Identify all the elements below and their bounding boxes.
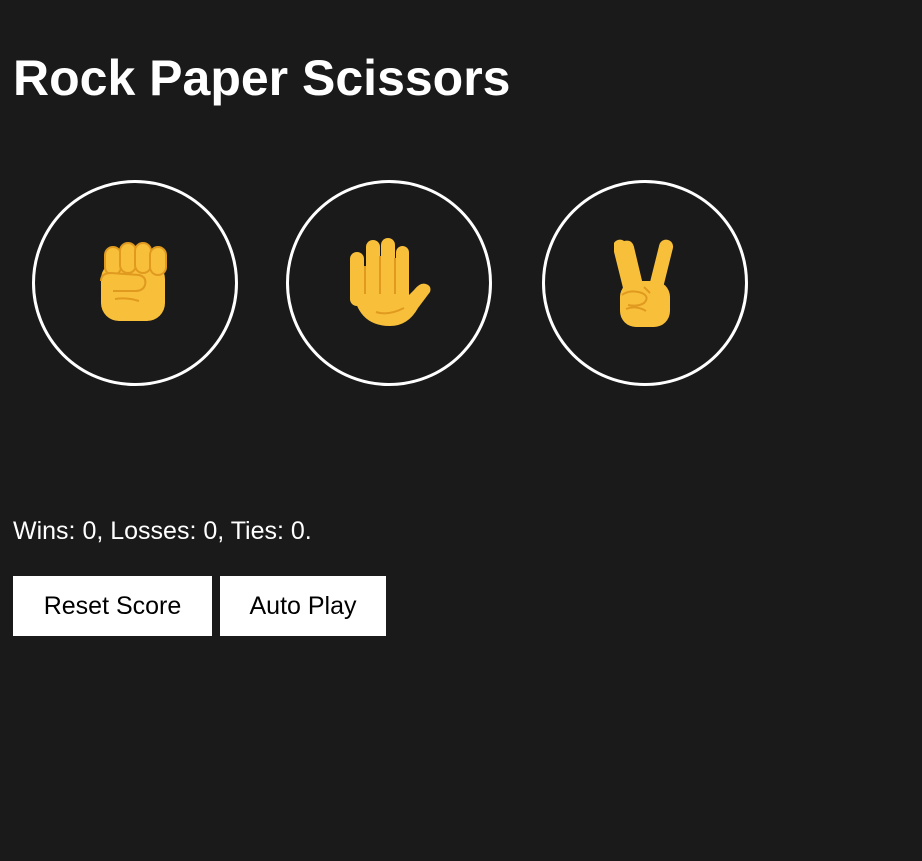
rock-move-button[interactable] bbox=[32, 180, 238, 386]
raised-hand-icon bbox=[350, 238, 431, 326]
victory-hand-icon bbox=[614, 239, 674, 327]
reset-score-button[interactable]: Reset Score bbox=[13, 576, 212, 636]
scissors-move-button[interactable] bbox=[542, 180, 748, 386]
auto-play-button[interactable]: Auto Play bbox=[220, 576, 386, 636]
paper-move-button[interactable] bbox=[286, 180, 492, 386]
score-display: Wins: 0, Losses: 0, Ties: 0. bbox=[13, 517, 312, 545]
page-title: Rock Paper Scissors bbox=[13, 50, 511, 106]
raised-fist-icon bbox=[100, 242, 167, 321]
